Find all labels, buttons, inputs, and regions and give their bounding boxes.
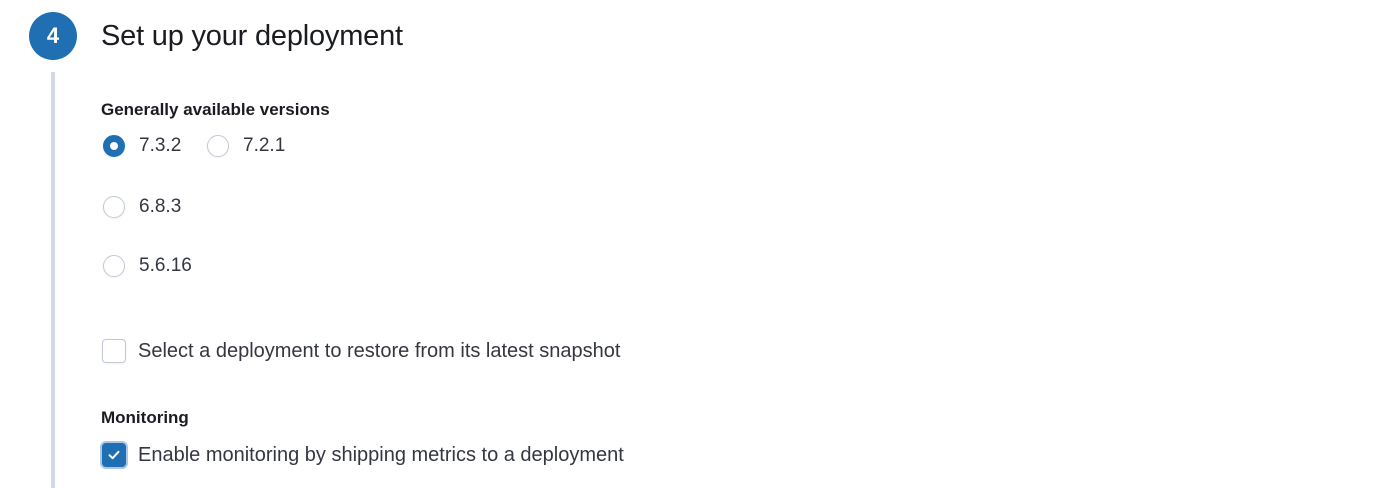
step-connector-line (51, 72, 55, 488)
deployment-setup-page: 4 Set up your deployment Generally avail… (0, 0, 1396, 488)
checkbox-unchecked-icon[interactable] (102, 339, 126, 363)
enable-monitoring-label: Enable monitoring by shipping metrics to… (138, 443, 624, 466)
restore-snapshot-label: Select a deployment to restore from its … (138, 339, 621, 362)
version-label: 7.3.2 (139, 135, 182, 156)
restore-snapshot-checkbox[interactable]: Select a deployment to restore from its … (102, 336, 620, 366)
step-title: Set up your deployment (101, 20, 403, 52)
monitoring-heading: Monitoring (101, 408, 189, 427)
radio-unselected-icon[interactable] (103, 196, 125, 218)
version-label: 5.6.16 (139, 255, 192, 276)
version-radio-7-2-1[interactable]: 7.2.1 (207, 132, 285, 160)
enable-monitoring-checkbox[interactable]: Enable monitoring by shipping metrics to… (102, 440, 624, 470)
version-radio-7-3-2[interactable]: 7.3.2 (103, 132, 181, 160)
versions-group-label: Generally available versions (101, 100, 330, 119)
radio-selected-icon[interactable] (103, 135, 125, 157)
check-icon[interactable] (102, 443, 126, 467)
step-number: 4 (46, 23, 60, 48)
version-radio-6-8-3[interactable]: 6.8.3 (103, 193, 181, 221)
version-radio-5-6-16[interactable]: 5.6.16 (103, 252, 192, 280)
radio-unselected-icon[interactable] (207, 135, 229, 157)
radio-unselected-icon[interactable] (103, 255, 125, 277)
version-label: 6.8.3 (139, 196, 182, 217)
version-label: 7.2.1 (243, 135, 286, 156)
step-number-badge: 4 (29, 12, 77, 60)
